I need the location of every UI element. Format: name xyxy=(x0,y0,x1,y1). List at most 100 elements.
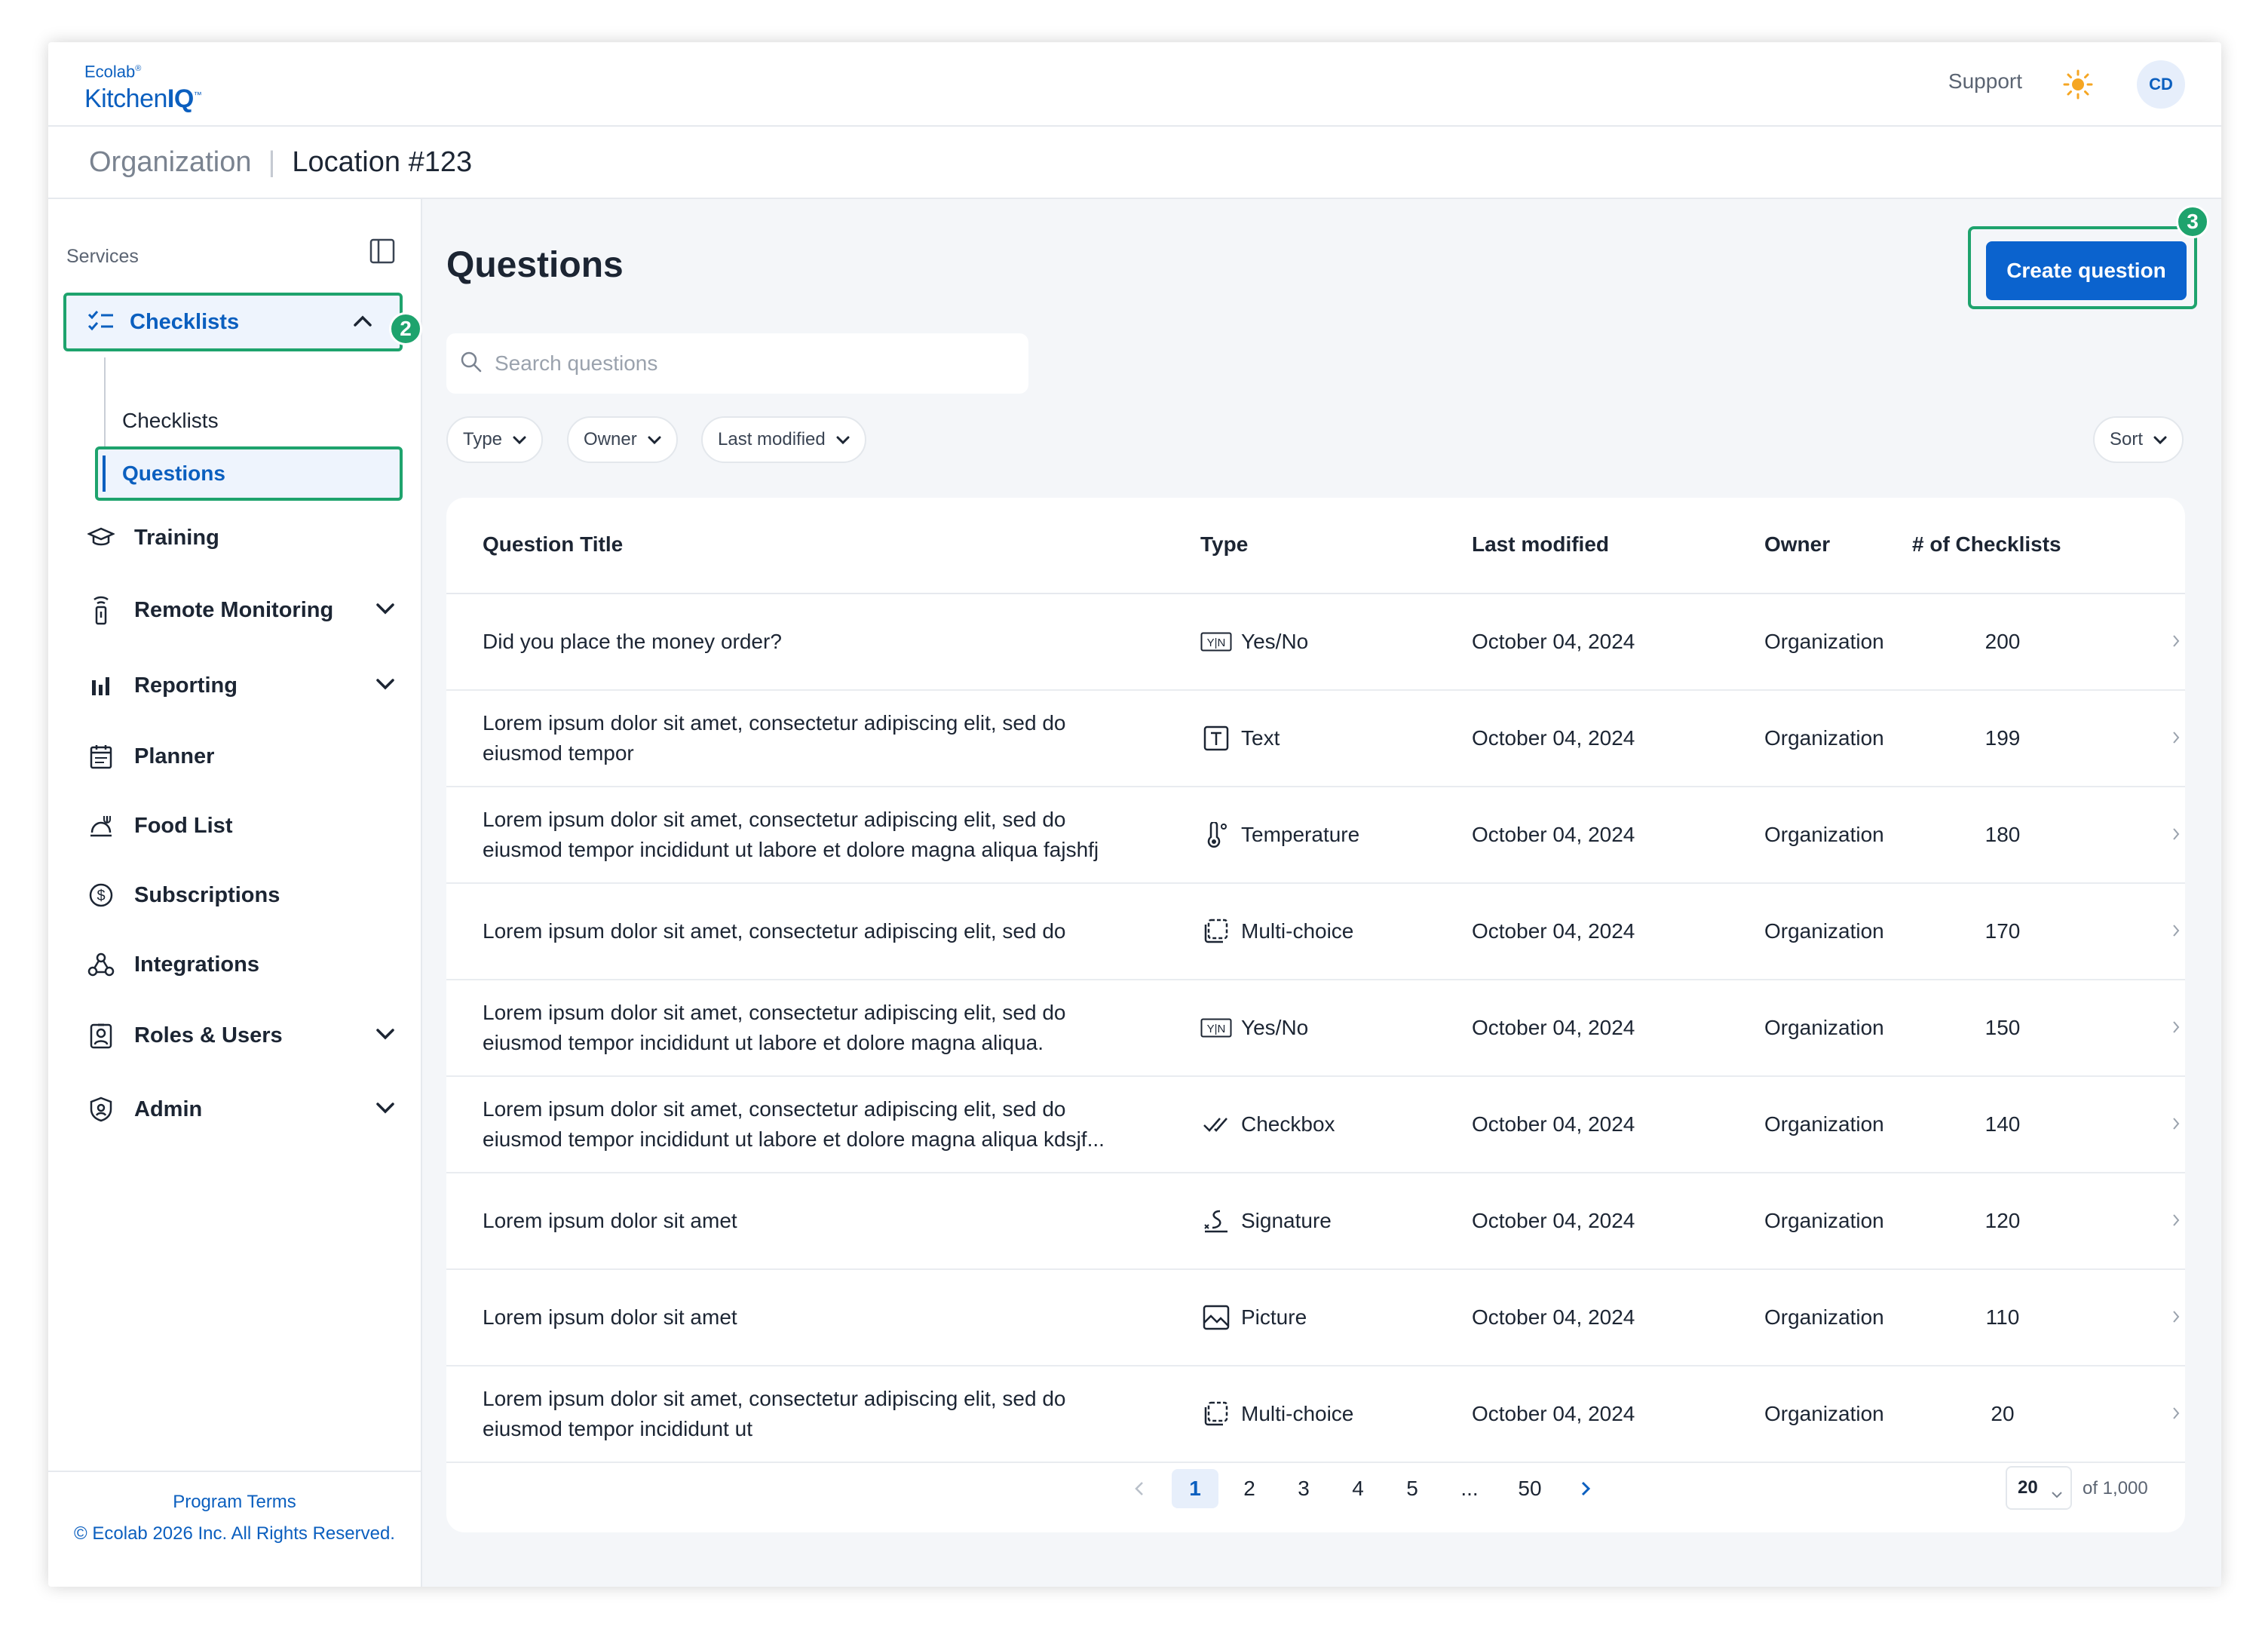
support-link[interactable]: Support xyxy=(1948,69,2022,94)
chevron-right-icon[interactable] xyxy=(2171,1402,2181,1426)
filter-label: Owner xyxy=(584,429,637,449)
page-button[interactable]: 50 xyxy=(1506,1469,1553,1508)
filter-type[interactable]: Type xyxy=(446,416,544,463)
sidebar-item-remote-monitoring[interactable]: Remote Monitoring xyxy=(86,591,403,629)
question-title: Lorem ipsum dolor sit amet, consectetur … xyxy=(483,711,1066,765)
app-window: Ecolab® KitchenIQ™ Support CD Organizati… xyxy=(48,42,2221,1587)
sidebar-subitem-questions[interactable]: Questions xyxy=(95,446,403,501)
question-title: Lorem ipsum dolor sit amet xyxy=(483,1305,737,1329)
total-count: of 1,000 xyxy=(2083,1478,2148,1498)
table-row[interactable]: Lorem ipsum dolor sit amet, consectetur … xyxy=(446,884,2185,980)
kitcheniq-logo[interactable]: Ecolab® KitchenIQ™ xyxy=(84,59,202,112)
checklist-count: 120 xyxy=(1985,1209,2021,1232)
graduation-cap-icon xyxy=(86,523,116,553)
chevron-down-icon[interactable] xyxy=(375,677,395,695)
chevron-right-icon[interactable] xyxy=(2171,1016,2181,1040)
sidebar-item-integrations[interactable]: Integrations xyxy=(86,946,403,983)
program-terms-link[interactable]: Program Terms xyxy=(48,1492,421,1513)
per-page-select[interactable]: 20 xyxy=(2006,1466,2072,1510)
multi-choice-icon xyxy=(1200,1400,1232,1428)
table-row[interactable]: Did you place the money order? Y|N Yes/No O… xyxy=(446,594,2185,691)
services-label: Services xyxy=(66,246,139,267)
sidebar-item-training[interactable]: Training xyxy=(86,519,403,557)
sort-dropdown[interactable]: Sort xyxy=(2093,416,2184,463)
filter-owner[interactable]: Owner xyxy=(567,416,678,463)
owner: Organization xyxy=(1764,823,1884,846)
column-type[interactable]: Type xyxy=(1200,532,1248,557)
chevron-right-icon[interactable] xyxy=(2171,919,2181,943)
yes-no-icon: Y|N xyxy=(1200,628,1232,655)
top-header: Ecolab® KitchenIQ™ Support CD xyxy=(48,42,2221,127)
question-type-label: Signature xyxy=(1241,1209,1332,1232)
calendar-icon xyxy=(86,741,116,771)
sidebar-item-label: Integrations xyxy=(134,952,259,977)
chevron-right-icon[interactable] xyxy=(2171,1112,2181,1136)
sidebar-item-admin[interactable]: Admin xyxy=(86,1090,403,1128)
column-question-title[interactable]: Question Title xyxy=(483,532,623,557)
sidebar-item-reporting[interactable]: Reporting xyxy=(86,667,403,704)
sensor-icon xyxy=(86,595,116,625)
active-indicator xyxy=(103,455,106,492)
chevron-down-icon[interactable] xyxy=(375,1027,395,1044)
checkbox-icon xyxy=(1200,1111,1232,1138)
per-page-value: 20 xyxy=(2018,1477,2038,1498)
chevron-right-icon[interactable] xyxy=(2171,1209,2181,1233)
column-last-modified[interactable]: Last modified xyxy=(1472,532,1609,557)
chevron-right-icon[interactable] xyxy=(2171,726,2181,750)
column-checklist-count[interactable]: # of Checklists xyxy=(1912,532,2061,557)
table-row[interactable]: Lorem ipsum dolor sit amet, consectetur … xyxy=(446,980,2185,1077)
dollar-circle-icon: $ xyxy=(86,880,116,910)
table-row[interactable]: Lorem ipsum dolor sit amet Signature Octob… xyxy=(446,1173,2185,1270)
prev-page-icon[interactable] xyxy=(1116,1469,1163,1508)
chevron-down-icon[interactable] xyxy=(375,602,395,619)
search-input[interactable]: Search questions xyxy=(446,333,1028,394)
chevron-right-icon[interactable] xyxy=(2171,630,2181,654)
page-ellipsis: ... xyxy=(1460,1477,1479,1500)
breadcrumb-organization[interactable]: Organization xyxy=(89,146,251,179)
sidebar-item-subscriptions[interactable]: $ Subscriptions xyxy=(86,876,403,914)
sidebar-item-checklists[interactable]: Checklists xyxy=(63,293,403,351)
create-question-button[interactable]: Create question xyxy=(1986,241,2187,300)
picture-icon xyxy=(1200,1304,1232,1331)
next-page-icon[interactable] xyxy=(1562,1469,1609,1508)
sidebar-collapse-icon[interactable] xyxy=(369,238,395,264)
id-badge-icon xyxy=(86,1020,116,1051)
table-row[interactable]: Lorem ipsum dolor sit amet, consectetur … xyxy=(446,691,2185,787)
page-button[interactable]: 3 xyxy=(1280,1469,1327,1508)
last-modified: October 04, 2024 xyxy=(1472,1016,1635,1039)
sidebar: Services Checklists 2 Checklists Questio… xyxy=(48,199,422,1587)
svg-text:$: $ xyxy=(97,888,105,904)
checklist-count: 150 xyxy=(1985,1016,2021,1039)
filter-label: Last modified xyxy=(718,429,826,449)
table-row[interactable]: Lorem ipsum dolor sit amet, consectetur … xyxy=(446,787,2185,884)
table-row[interactable]: Lorem ipsum dolor sit amet Picture October… xyxy=(446,1270,2185,1366)
sun-icon[interactable] xyxy=(2063,69,2093,100)
yes-no-icon: Y|N xyxy=(1200,1014,1232,1041)
filter-last-modified[interactable]: Last modified xyxy=(701,416,866,463)
chevron-right-icon[interactable] xyxy=(2171,1305,2181,1330)
page-button[interactable]: 2 xyxy=(1226,1469,1273,1508)
last-modified: October 04, 2024 xyxy=(1472,630,1635,653)
last-modified: October 04, 2024 xyxy=(1472,919,1635,943)
chevron-down-icon[interactable] xyxy=(375,1101,395,1118)
page-button[interactable]: 1 xyxy=(1172,1469,1218,1508)
chevron-down-icon xyxy=(513,429,526,450)
page-button[interactable]: 5 xyxy=(1389,1469,1436,1508)
sidebar-item-planner[interactable]: Planner xyxy=(86,738,403,775)
checklist-count: 20 xyxy=(1991,1402,2015,1425)
column-owner[interactable]: Owner xyxy=(1764,532,1830,557)
table-row[interactable]: Lorem ipsum dolor sit amet, consectetur … xyxy=(446,1077,2185,1173)
avatar[interactable]: CD xyxy=(2137,60,2185,109)
sidebar-item-food-list[interactable]: Food List xyxy=(86,807,403,845)
page-button[interactable]: 4 xyxy=(1335,1469,1381,1508)
breadcrumb: Organization | Location #123 xyxy=(48,127,2221,199)
sidebar-subitem-checklists[interactable]: Checklists xyxy=(122,409,219,433)
chevron-right-icon[interactable] xyxy=(2171,823,2181,847)
last-modified: October 04, 2024 xyxy=(1472,823,1635,846)
question-title: Lorem ipsum dolor sit amet, consectetur … xyxy=(483,919,1066,943)
chevron-down-icon xyxy=(2051,1483,2063,1504)
chevron-up-icon[interactable] xyxy=(353,314,372,331)
last-modified: October 04, 2024 xyxy=(1472,1305,1635,1329)
sidebar-item-label: Reporting xyxy=(134,673,238,698)
sidebar-item-roles-users[interactable]: Roles & Users xyxy=(86,1017,403,1054)
